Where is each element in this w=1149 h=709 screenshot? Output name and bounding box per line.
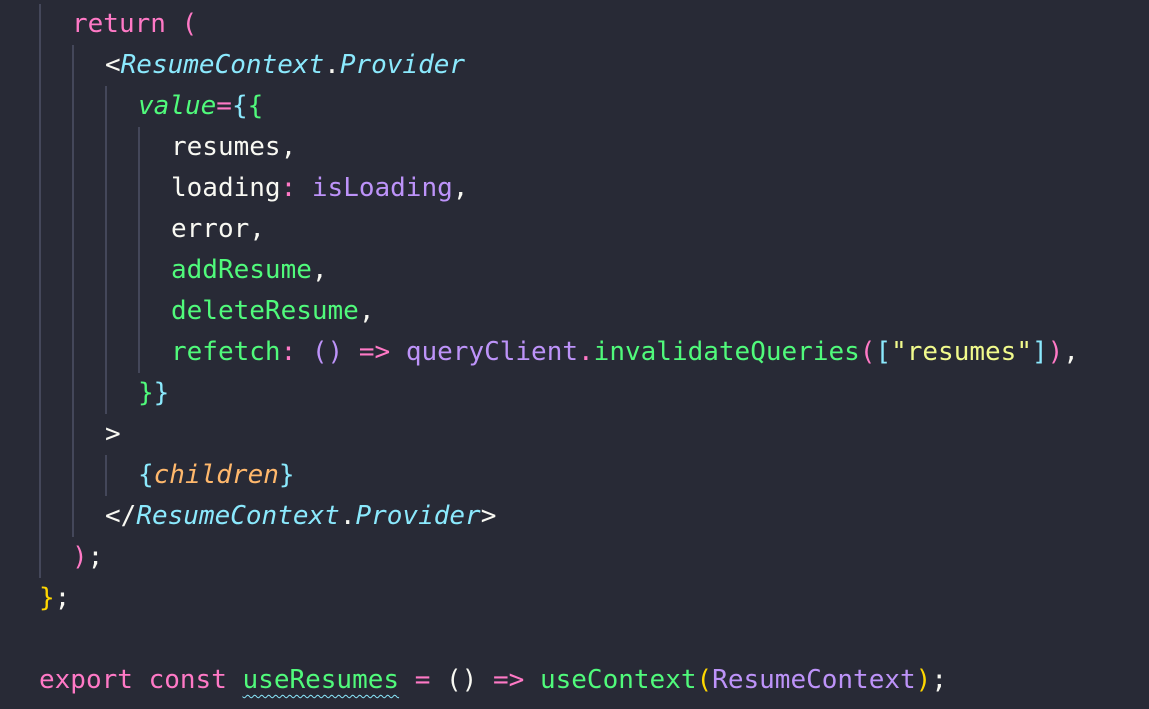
code-token: Provider: [355, 501, 481, 531]
code-token: queryClient: [405, 337, 579, 367]
code-token: [: [875, 337, 892, 367]
indent-guide: [138, 127, 140, 373]
code-token: }: [153, 378, 170, 408]
code-editor[interactable]: return (<ResumeContext.Provider value={{r…: [0, 0, 1149, 709]
code-token: ,: [358, 296, 375, 326]
code-token: <: [105, 50, 121, 80]
code-token: ,: [311, 255, 328, 285]
code-token: export: [39, 665, 133, 695]
code-token: {: [231, 91, 248, 121]
code-line[interactable]: resumes,: [171, 127, 296, 168]
code-token: (): [446, 665, 478, 695]
code-line[interactable]: refetch: () => queryClient.invalidateQue…: [171, 332, 1079, 373]
code-token: =: [414, 665, 431, 695]
code-token: ResumeContext: [120, 50, 325, 80]
code-line[interactable]: deleteResume,: [171, 291, 375, 332]
code-token: =>: [493, 665, 525, 695]
code-token: ;: [931, 665, 947, 695]
code-token: (: [859, 337, 876, 367]
code-token: >: [480, 501, 497, 531]
code-token: children: [153, 460, 279, 490]
code-line[interactable]: {children}: [138, 455, 295, 496]
code-token: invalidateQueries: [593, 337, 860, 367]
code-token: const: [148, 665, 227, 695]
code-line[interactable]: export const useResumes = () => useConte…: [39, 660, 947, 701]
code-token: loading: [171, 173, 281, 203]
code-token: ): [72, 542, 88, 572]
code-token: (: [181, 9, 198, 39]
code-token: useContext: [539, 665, 697, 695]
code-token: :: [280, 337, 312, 367]
code-token: }: [278, 460, 295, 490]
code-token: resumes: [171, 132, 281, 162]
code-token: addResume: [171, 255, 312, 285]
code-token: ,: [280, 132, 297, 162]
code-line[interactable]: value={{: [138, 86, 263, 127]
code-token: deleteResume: [171, 296, 359, 326]
code-token: :: [280, 173, 312, 203]
code-token: return: [72, 9, 166, 39]
code-token: =>: [358, 337, 391, 367]
code-line[interactable]: loading: isLoading,: [171, 168, 468, 209]
code-token: >: [105, 419, 121, 449]
indent-guide: [105, 455, 107, 496]
code-token: }: [39, 583, 55, 613]
code-token: "resumes": [891, 337, 1032, 367]
code-line[interactable]: error,: [171, 209, 265, 250]
code-token: {: [247, 91, 264, 121]
code-line[interactable]: </ResumeContext.Provider>: [105, 496, 496, 537]
code-token: isLoading: [311, 173, 453, 203]
code-line[interactable]: addResume,: [171, 250, 328, 291]
indent-guide: [39, 4, 41, 578]
code-token: ,: [1063, 337, 1079, 367]
code-token: .: [339, 501, 356, 531]
code-token: ResumeContext: [136, 501, 340, 531]
code-token: }: [138, 378, 154, 408]
code-token: ): [915, 665, 932, 695]
indent-guide: [105, 86, 107, 414]
code-token: =: [216, 91, 232, 121]
code-token: value: [138, 91, 217, 121]
code-token: ,: [249, 214, 265, 244]
code-line[interactable]: }}: [138, 373, 169, 414]
code-token: ): [1047, 337, 1064, 367]
warning-underlined-token: useResumes: [242, 665, 400, 695]
code-token: ;: [54, 583, 71, 613]
code-token: error: [171, 214, 250, 244]
code-token: .: [324, 50, 340, 80]
code-line[interactable]: return (: [72, 4, 197, 45]
code-token: Provider: [339, 50, 466, 80]
code-line[interactable]: };: [39, 578, 70, 619]
indent-guide: [72, 45, 74, 537]
code-line[interactable]: );: [72, 537, 103, 578]
code-line[interactable]: >: [105, 414, 121, 455]
code-token: ,: [452, 173, 469, 203]
code-token: (: [696, 665, 713, 695]
code-token: refetch: [171, 337, 281, 367]
code-token: ResumeContext: [712, 665, 916, 695]
code-token: ;: [87, 542, 104, 572]
code-token: ]: [1031, 337, 1048, 367]
code-token: {: [138, 460, 154, 490]
code-token: </: [105, 501, 137, 531]
code-token: .: [578, 337, 594, 367]
code-token: (): [311, 337, 344, 367]
code-line[interactable]: <ResumeContext.Provider: [105, 45, 465, 86]
